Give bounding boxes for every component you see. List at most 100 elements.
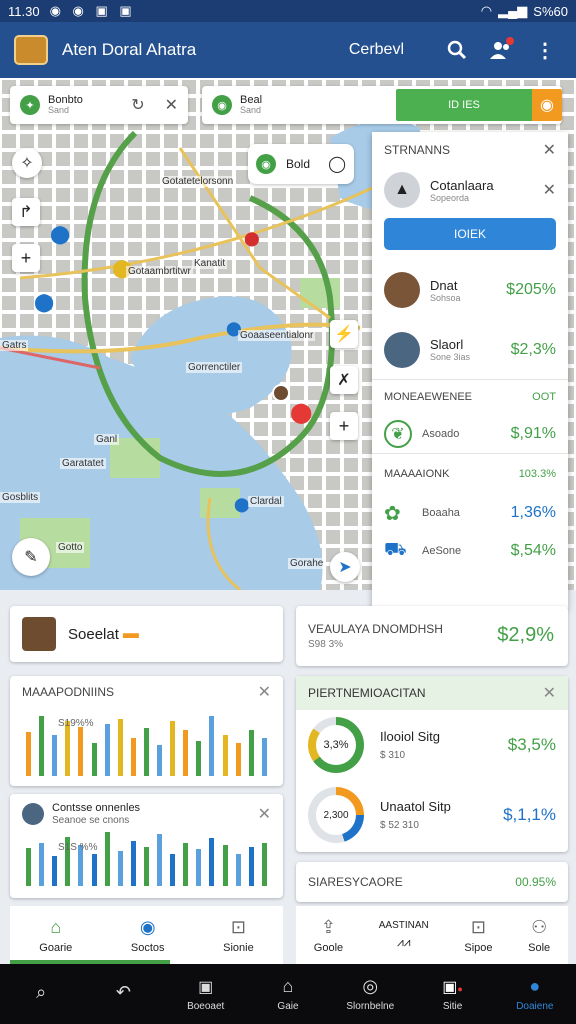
pie-row[interactable]: 2,300 Unaatol Sitp $ 52 310 $,1,1% (296, 780, 568, 850)
navigate-icon[interactable]: ➤ (330, 552, 360, 582)
side-panel-header: STRNANNS (384, 143, 451, 157)
app-title: Aten Doral Ahatra (62, 40, 197, 59)
chart-bar (235, 853, 241, 886)
popup-chat-icon[interactable]: ◯ (328, 154, 346, 174)
person-sub: Sone 3ias (430, 352, 471, 362)
chart-bar (91, 853, 97, 886)
close-icon[interactable]: ✕ (165, 95, 178, 115)
layers-icon[interactable]: ⚡ (330, 320, 358, 348)
map-pin-red[interactable]: ⬤ (244, 230, 260, 247)
person-row[interactable]: Dnat Sohsoa $205% (372, 260, 568, 320)
nav-explore[interactable]: ◎ Slornbelne (340, 976, 400, 1012)
search-icon[interactable] (440, 33, 474, 67)
tab-social[interactable]: ◉ Soctos (131, 917, 165, 954)
value-card[interactable]: VEAULAYA DNOMDHSH S98 3% $2,9% (296, 606, 568, 666)
section-tag: OOT (532, 391, 556, 403)
pie-row-title: Ilooiol Sitg (380, 729, 440, 744)
tab-label: Soctos (130, 941, 165, 954)
chart-card-close-icon[interactable]: ✕ (258, 804, 271, 824)
nav-label: Gaie (277, 1001, 299, 1012)
tab-actions[interactable]: AASTINAN ⩘⩘ (379, 920, 429, 950)
pie-row-title: Unaatol Sitp (380, 799, 451, 814)
chart-card-1[interactable]: MAAAPODNIINS ✕ S19%% (10, 676, 283, 786)
directions-icon[interactable]: ↱ (12, 198, 40, 226)
side-panel-close-icon[interactable]: ✕ (543, 140, 556, 160)
person-row[interactable]: Slaorl Sone 3ias $2,3% (372, 320, 568, 380)
section-item[interactable]: ❦ Asoado $,91% (372, 414, 568, 454)
section-item-label: AeSone (422, 545, 462, 557)
origin-search-card[interactable]: ✦ Bonbto Sand ↻ ✕ (10, 86, 188, 124)
tab-profile[interactable]: ⚇ Sole (528, 917, 550, 954)
zoom-in-icon[interactable]: + (330, 412, 358, 440)
chart-card-2[interactable]: Contsse onnenles Seanoe se cnons ✕ S1S %… (10, 794, 283, 898)
destination-pin-icon: ◉ (212, 95, 232, 115)
tab-share[interactable]: ⇪ Goole (314, 917, 343, 954)
pie-card[interactable]: PIERTNEMIOACITAN ✕ 3,3% Ilooiol Sitg $ 3… (296, 676, 568, 852)
more-icon[interactable]: ⋮ (528, 33, 562, 67)
donut-chart: 3,3% (308, 717, 364, 773)
chart-bar (170, 721, 176, 776)
destination-search-card[interactable]: ◉ Beal Sand ID IES ◉ (202, 86, 562, 124)
section-item[interactable]: ⛟ AeSone $,54% (372, 532, 568, 570)
tab-label: Goole (313, 941, 344, 954)
nav-label: Slornbelne (346, 1001, 395, 1012)
chart-card-close-icon[interactable]: ✕ (258, 682, 271, 702)
account-link[interactable]: Cerbevl (349, 41, 404, 59)
chart-bar (209, 716, 215, 776)
side-panel-user[interactable]: ▲ Cotanlaara Sopeorda ✕ (372, 168, 568, 212)
refresh-icon[interactable]: ↻ (131, 95, 144, 115)
score-card-title: SIARESYCAORE (308, 875, 403, 889)
section-item-value: $,54% (510, 542, 556, 559)
route-button[interactable]: ID IES (396, 89, 532, 121)
home-icon: ⌂ (50, 916, 62, 937)
nav-notifications[interactable]: ▣● Sitie (423, 977, 483, 1012)
score-card[interactable]: SIARESYCAORE 00.95% (296, 862, 568, 902)
popup-pin-icon: ◉ (256, 154, 276, 174)
traffic-icon[interactable]: ✗ (330, 366, 358, 394)
chart-card-avatar (22, 803, 44, 825)
social-card[interactable]: Soeelat ▬ (10, 606, 283, 662)
tab-store[interactable]: ⊡ Sionie (223, 917, 254, 954)
tab-home[interactable]: ⌂ Goarie (39, 917, 72, 954)
tab-bag[interactable]: ⊡ Sipoe (464, 917, 492, 954)
map-pin-red[interactable]: ⬤ (290, 400, 312, 425)
bell-icon: ▣● (442, 978, 463, 996)
user-close-icon[interactable]: ✕ (543, 180, 556, 200)
map-label: Kanatit (192, 258, 228, 269)
map-pin-avatar[interactable] (272, 384, 290, 402)
bag-icon: ⊡ (230, 916, 246, 937)
side-panel: STRNANNS ✕ ▲ Cotanlaara Sopeorda ✕ IOIEK… (372, 132, 568, 608)
pie-card-close-icon[interactable]: ✕ (543, 683, 556, 703)
map-pin-blue[interactable]: ⬤ (34, 292, 54, 313)
section-item[interactable]: ✿ Boaaha 1,36% (372, 494, 568, 532)
map-pin-blue[interactable]: ⬤ (50, 224, 70, 245)
back-icon: ↶ (115, 981, 131, 1002)
person-sub: Sohsoa (430, 292, 461, 303)
users-icon[interactable] (484, 33, 518, 67)
route-options-button[interactable]: ◉ (532, 89, 562, 121)
social-avatar (22, 617, 56, 651)
locate-icon[interactable]: ✎ (12, 538, 50, 576)
zoom-in-left-icon[interactable]: + (12, 244, 40, 272)
pie-row[interactable]: 3,3% Ilooiol Sitg $ 310 $3,5% (296, 710, 568, 780)
origin-pin-icon: ✦ (20, 95, 40, 115)
nav-home[interactable]: ⌂ Gaie (258, 976, 318, 1012)
chart-bar (52, 855, 58, 886)
chart-bar (235, 743, 241, 776)
user-avatar: ▲ (384, 172, 420, 208)
board-icon: ▣ (198, 978, 214, 996)
nav-back[interactable]: ↶ (93, 982, 153, 1007)
map-popup[interactable]: ◉ Bold ◯ (248, 144, 354, 184)
nav-search[interactable]: ⌕ (11, 982, 71, 1007)
side-panel-button[interactable]: IOIEK (384, 218, 556, 250)
nav-profile[interactable]: ● Doaiene (505, 976, 565, 1012)
map-label: Clardal (248, 496, 284, 507)
map-label: Gorrenctiler (186, 362, 243, 373)
nav-board[interactable]: ▣ Boeoaet (176, 977, 236, 1012)
map-label: Gotaambrtitwr (126, 266, 193, 277)
chart-bar (91, 743, 97, 776)
compass-icon[interactable]: ✧ (12, 148, 42, 178)
origin-sub: Sand (48, 105, 70, 116)
chart-bar (130, 737, 136, 776)
chart-bar (130, 840, 136, 886)
